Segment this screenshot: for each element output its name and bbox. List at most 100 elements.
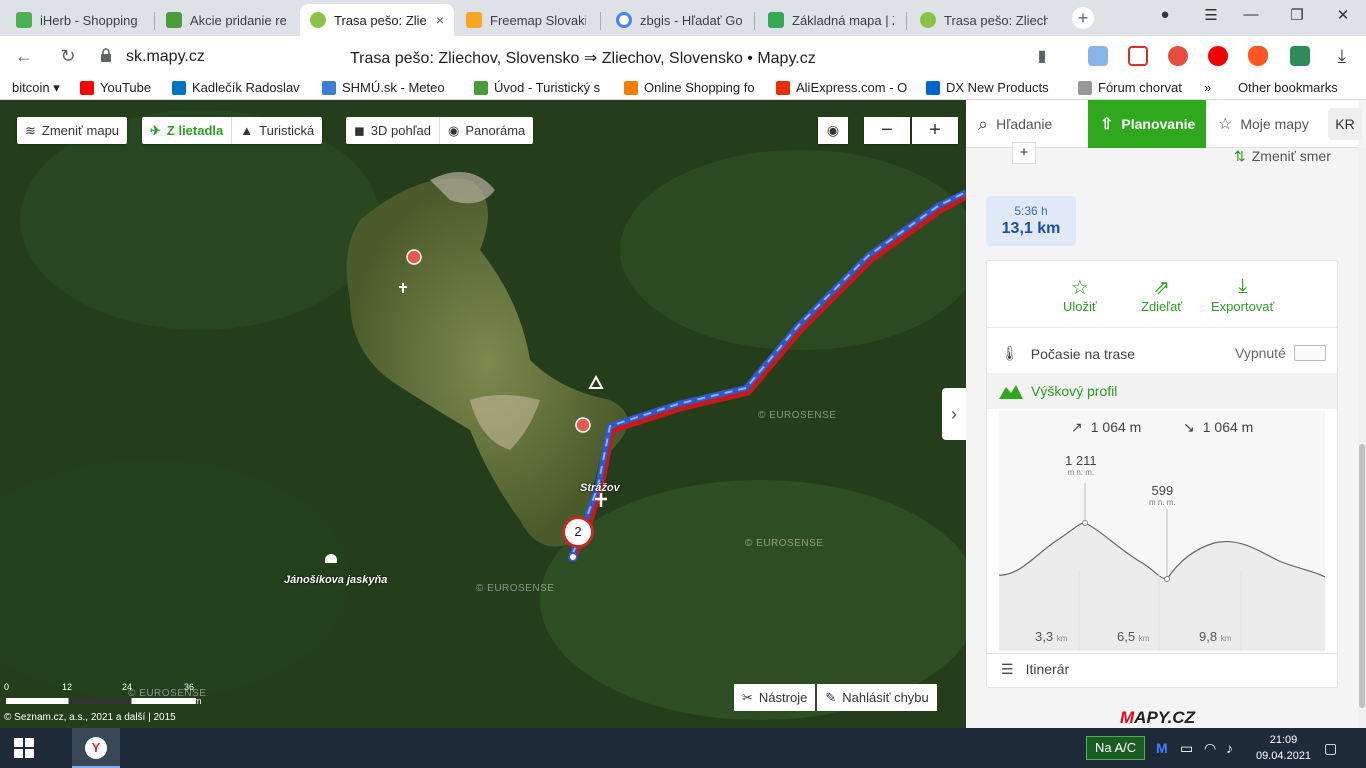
- shield-icon[interactable]: [1290, 46, 1310, 66]
- bookmark-star-icon[interactable]: ▮: [1032, 46, 1052, 66]
- minimize-icon[interactable]: —: [1236, 6, 1266, 23]
- tools-button[interactable]: ✂ Nástroje: [734, 684, 816, 711]
- layers-icon: ≋: [25, 122, 36, 138]
- my-location-button[interactable]: ◉: [818, 117, 848, 144]
- collapse-panel-button[interactable]: ›: [942, 388, 966, 440]
- reload-icon[interactable]: ↻: [56, 44, 80, 68]
- 3d-view-button[interactable]: ◼ 3D pohľad: [346, 117, 439, 144]
- tourist-map-button[interactable]: ▲ Turistická: [232, 117, 322, 144]
- bookmark-kadlecik[interactable]: Kadlečík Radoslav: [172, 80, 302, 95]
- restore-icon[interactable]: ❐: [1282, 6, 1312, 24]
- lock-icon[interactable]: [100, 48, 112, 62]
- fire-icon[interactable]: [1248, 46, 1268, 66]
- bookmark-turisticky[interactable]: Úvod - Turistický s: [474, 80, 608, 95]
- clock[interactable]: 21:09 09.04.2021: [1256, 732, 1311, 764]
- battery-icon[interactable]: ▭: [1180, 740, 1193, 757]
- elevation-profile-header[interactable]: Výškový profil: [987, 373, 1337, 409]
- bookmark-youtube[interactable]: YouTube: [80, 80, 162, 95]
- shmu-icon: [322, 80, 336, 95]
- na-ac-indicator[interactable]: Na A/C: [1086, 736, 1146, 760]
- banggood-icon: [624, 80, 638, 95]
- toggle-switch[interactable]: [1293, 345, 1326, 361]
- cube-icon: ◼: [354, 122, 365, 138]
- tab-freemap[interactable]: Freemap Slovakia: [456, 4, 596, 36]
- profile-icon[interactable]: ●: [1150, 6, 1180, 23]
- tab-trasa-2[interactable]: Trasa pešo: Zliech: [910, 4, 1058, 36]
- tab-my-maps[interactable]: ☆ Moje mapy: [1218, 100, 1322, 148]
- yandex-browser-taskbar-button[interactable]: Y: [72, 728, 120, 768]
- scrollbar-thumb[interactable]: [1359, 444, 1365, 708]
- mail-icon[interactable]: [1088, 46, 1108, 66]
- more-bookmarks-button[interactable]: »: [1204, 80, 1211, 95]
- zoom-out-button[interactable]: −: [864, 117, 910, 144]
- weather-toggle[interactable]: Vypnuté: [1235, 345, 1326, 361]
- route-icon: ⇧: [1100, 116, 1114, 133]
- tab-search[interactable]: ⌕ Hľadanie: [978, 100, 1078, 148]
- map-canvas[interactable]: ≋ Zmeniť mapu ✈ Z lietadla ▲ Turistická …: [0, 100, 966, 728]
- bookmark-label: YouTube: [100, 80, 152, 95]
- windows-start-icon[interactable]: [14, 738, 34, 758]
- zoom-in-button[interactable]: +: [912, 117, 958, 144]
- url-field[interactable]: sk.mapy.cz: [126, 48, 205, 66]
- download-icon[interactable]: ⤓: [1332, 46, 1352, 66]
- panel-scrollbar[interactable]: [1358, 148, 1366, 728]
- back-arrow-icon[interactable]: ←: [12, 44, 36, 68]
- tab-zbgis[interactable]: zbgis - Hľadať Go: [606, 4, 752, 36]
- max-elevation: 1 211 m n. m.: [1065, 453, 1097, 477]
- change-map-button[interactable]: ≋ Zmeniť mapu: [17, 117, 128, 144]
- tab-search-icon[interactable]: ☰: [1196, 6, 1226, 24]
- tab-divider: [600, 12, 601, 30]
- list-icon: ☰: [1001, 661, 1014, 677]
- tab-zakladna[interactable]: Základná mapa | Z: [758, 4, 904, 36]
- save-button[interactable]: ☆ Uložiť: [1063, 275, 1097, 314]
- bookmark-shmu[interactable]: SHMÚ.sk - Meteo: [322, 80, 458, 95]
- bookmark-banggood[interactable]: Online Shopping fo: [624, 80, 760, 95]
- m-app-icon[interactable]: M: [1156, 740, 1168, 756]
- tab-planning[interactable]: ⇧ Planovanie: [1088, 100, 1206, 148]
- itinerary-button[interactable]: ☰ Itinerár: [1001, 661, 1069, 678]
- tab-iherb[interactable]: iHerb - Shopping: [6, 4, 154, 36]
- panorama-button[interactable]: ◉ Panoráma: [440, 117, 533, 144]
- elevation-chart[interactable]: ↗ 1 064 m ↘ 1 064 m 1 211 m n. m. 599 m …: [999, 411, 1325, 651]
- 3d-label: 3D pohľad: [370, 123, 431, 138]
- other-bookmarks[interactable]: Other bookmarks: [1238, 80, 1338, 95]
- export-label: Exportovať: [1211, 299, 1275, 314]
- elevation-profile-label: Výškový profil: [1031, 383, 1118, 399]
- share-button[interactable]: ⇗ Zdieľať: [1141, 275, 1182, 314]
- freemap-favicon-icon: [466, 12, 482, 28]
- close-tab-icon[interactable]: ×: [436, 12, 444, 28]
- new-tab-button[interactable]: +: [1072, 7, 1094, 29]
- copyright[interactable]: © Seznam.cz, a.s., 2021 a další | 2015: [4, 712, 176, 723]
- tab-trasa-active[interactable]: Trasa pešo: Zlie ×: [300, 4, 454, 36]
- change-direction-button[interactable]: ⇅ Zmeniť smer: [1234, 148, 1331, 165]
- document-icon: [1078, 80, 1092, 95]
- route-detail-card: ☆ Uložiť ⇗ Zdieľať ⤓ Exportovať 🌡︎ Počas…: [986, 260, 1338, 688]
- gmail-icon[interactable]: [1128, 46, 1148, 66]
- wifi-icon[interactable]: ◠: [1204, 740, 1216, 757]
- bookmark-forum[interactable]: Fórum chorvat: [1078, 80, 1190, 95]
- bookmark-bitcoin[interactable]: bitcoin ▾: [12, 80, 72, 96]
- report-label: Nahlásiť chybu: [842, 690, 929, 705]
- volume-icon[interactable]: ♪: [1226, 740, 1233, 756]
- export-button[interactable]: ⤓ Exportovať: [1211, 275, 1274, 314]
- route-summary[interactable]: 5:36 h 13,1 km: [986, 196, 1076, 246]
- extension-red-icon[interactable]: [1168, 46, 1188, 66]
- aerial-map-button[interactable]: ✈ Z lietadla: [142, 117, 231, 144]
- change-map-segment[interactable]: ≋ Zmeniť mapu: [17, 117, 127, 144]
- opera-icon[interactable]: [1208, 46, 1228, 66]
- user-avatar[interactable]: KR: [1328, 108, 1362, 140]
- map-icon: [474, 80, 488, 95]
- waypoint-marker[interactable]: 2: [562, 516, 594, 548]
- bookmark-dx[interactable]: DX New Products: [926, 80, 1062, 95]
- notifications-icon[interactable]: ▢: [1324, 740, 1337, 757]
- km-unit: km: [1138, 634, 1150, 643]
- panel-tabs: ⌕ Hľadanie ⇧ Planovanie ☆ Moje mapy KR: [966, 100, 1362, 148]
- bookmark-label: SHMÚ.sk - Meteo: [342, 80, 445, 95]
- mapy-logo[interactable]: MAPY.CZ: [1120, 708, 1195, 728]
- report-error-button[interactable]: ✎ Nahlásiť chybu: [817, 684, 937, 711]
- bookmark-aliexpress[interactable]: AliExpress.com - O: [776, 80, 910, 95]
- tab-akcie[interactable]: Akcie pridanie rea: [156, 4, 296, 36]
- close-window-icon[interactable]: ✕: [1328, 6, 1358, 24]
- add-point-button[interactable]: +: [1012, 142, 1036, 164]
- bookmark-label: Online Shopping fo: [644, 80, 755, 95]
